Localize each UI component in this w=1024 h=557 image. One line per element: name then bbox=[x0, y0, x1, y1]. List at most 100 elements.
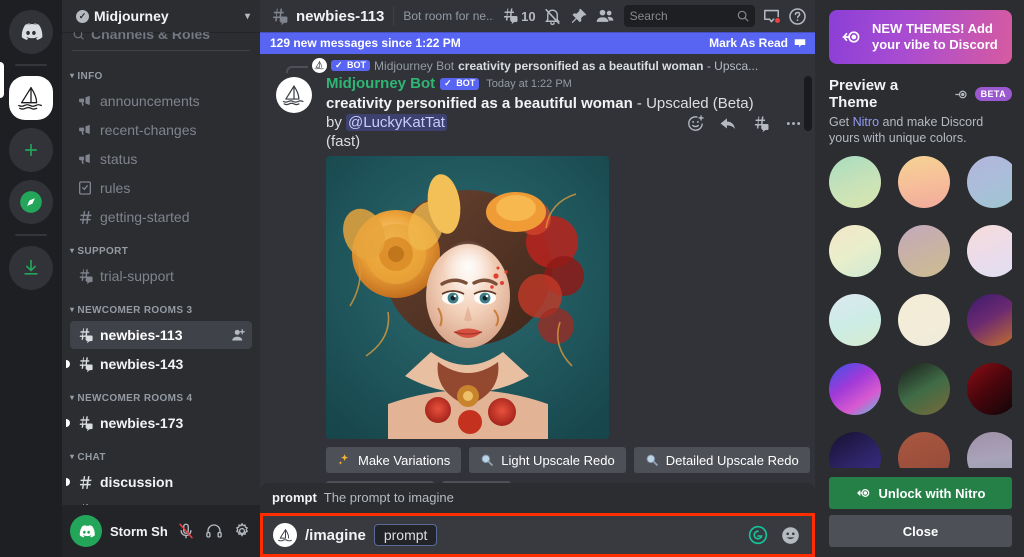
sidebar-item-prompt-chat[interactable]: prompt-chat bbox=[70, 497, 252, 505]
category-label: NEWCOMER ROOMS 4 bbox=[77, 393, 193, 404]
threads-icon bbox=[501, 7, 519, 25]
grammarly-icon[interactable] bbox=[746, 523, 770, 547]
message-list[interactable]: ✓ BOT Midjourney Bot creativity personif… bbox=[260, 54, 815, 483]
pin-icon[interactable] bbox=[569, 7, 588, 26]
search-input[interactable]: Search bbox=[623, 5, 756, 27]
gear-icon[interactable] bbox=[232, 521, 252, 541]
announcement-icon bbox=[76, 121, 94, 139]
message-attachment-image[interactable] bbox=[326, 156, 609, 439]
channel-topic[interactable]: Bot room for ne... bbox=[403, 9, 494, 23]
midjourney-boat-icon bbox=[281, 82, 307, 108]
theme-swatch-electric-violet[interactable] bbox=[829, 363, 881, 415]
make-variations-button[interactable]: Make Variations bbox=[326, 447, 462, 473]
nitro-wheel-icon bbox=[954, 87, 969, 102]
button-label: Detailed Upscale Redo bbox=[665, 452, 799, 468]
theme-swatch-silver-lavender[interactable] bbox=[967, 432, 1012, 468]
theme-swatch-pastel-cream[interactable] bbox=[829, 225, 881, 277]
nitro-link[interactable]: Nitro bbox=[853, 115, 879, 129]
message-author[interactable]: Midjourney Bot bbox=[326, 75, 435, 93]
message-input[interactable]: /imagine prompt bbox=[263, 516, 812, 554]
theme-swatch-vanilla[interactable] bbox=[898, 294, 950, 346]
user-mention[interactable]: @LuckyKatTat bbox=[346, 114, 447, 131]
theme-swatch-blush-lilac[interactable] bbox=[967, 225, 1012, 277]
theme-swatch-scroll[interactable] bbox=[829, 156, 1012, 468]
channel-list[interactable]: Channels & Roles ▾ INFO announcements re… bbox=[62, 32, 260, 505]
category-chat[interactable]: ▾ CHAT bbox=[62, 438, 260, 467]
theme-swatch-mint-green[interactable] bbox=[829, 156, 881, 208]
theme-swatch-ice-aqua[interactable] bbox=[829, 294, 881, 346]
category-newcomer-rooms-3[interactable]: ▾ NEWCOMER ROOMS 3 bbox=[62, 291, 260, 320]
members-icon[interactable] bbox=[595, 6, 615, 26]
rail-item-midjourney[interactable] bbox=[9, 76, 53, 120]
theme-swatch-midnight-indigo[interactable] bbox=[829, 432, 881, 468]
headphones-icon[interactable] bbox=[204, 521, 224, 541]
threads-button[interactable]: 10 bbox=[501, 7, 536, 25]
theme-swatch-peach-sunset[interactable] bbox=[898, 156, 950, 208]
category-info[interactable]: ▾ INFO bbox=[62, 57, 260, 86]
nitro-icon bbox=[856, 485, 872, 501]
rail-item-discord-home[interactable] bbox=[9, 10, 53, 54]
reply-author[interactable]: Midjourney Bot bbox=[374, 59, 454, 73]
discord-app-window: ✓ Midjourney ▾ Channels & Roles ▾ INFO a… bbox=[0, 0, 1024, 557]
close-button[interactable]: Close bbox=[829, 515, 1012, 547]
create-thread-icon[interactable] bbox=[752, 114, 770, 133]
inbox-icon[interactable] bbox=[762, 7, 782, 26]
more-options-icon[interactable] bbox=[784, 114, 803, 133]
chevron-down-icon: ▾ bbox=[244, 10, 250, 22]
reply-icon[interactable] bbox=[719, 114, 738, 133]
add-member-icon[interactable] bbox=[231, 328, 246, 343]
category-newcomer-rooms-4[interactable]: ▾ NEWCOMER ROOMS 4 bbox=[62, 379, 260, 408]
light-upscale-redo-button[interactable]: Light Upscale Redo bbox=[469, 447, 626, 473]
emoji-icon[interactable] bbox=[778, 523, 802, 547]
message-body: Midjourney Bot ✓ BOT Today at 1:22 PM cr… bbox=[326, 75, 810, 483]
sidebar-item-rules[interactable]: rules bbox=[70, 174, 252, 202]
mark-as-read-button[interactable]: Mark As Read bbox=[709, 36, 807, 50]
rail-item-explore[interactable] bbox=[9, 180, 53, 224]
mic-muted-icon[interactable] bbox=[176, 521, 196, 541]
search-icon bbox=[736, 9, 750, 23]
bell-muted-icon[interactable] bbox=[543, 7, 562, 26]
category-support[interactable]: ▾ SUPPORT bbox=[62, 232, 260, 261]
theme-swatch-periwinkle-sky[interactable] bbox=[967, 156, 1012, 208]
new-messages-bar[interactable]: 129 new messages since 1:22 PM Mark As R… bbox=[260, 32, 815, 54]
sidebar-item-announcements[interactable]: announcements bbox=[70, 87, 252, 115]
server-header[interactable]: ✓ Midjourney ▾ bbox=[62, 0, 260, 32]
sidebar-item-discussion[interactable]: discussion bbox=[66, 468, 252, 496]
channels-and-roles-item[interactable]: Channels & Roles bbox=[72, 32, 252, 42]
channel-label: rules bbox=[100, 180, 131, 196]
unread-indicator bbox=[66, 419, 70, 427]
avatar[interactable] bbox=[276, 77, 312, 113]
avatar[interactable] bbox=[70, 515, 102, 547]
midjourney-boat-icon bbox=[273, 523, 297, 547]
sidebar-item-getting-started[interactable]: getting-started bbox=[70, 203, 252, 231]
theme-swatch-dusty-mauve[interactable] bbox=[898, 225, 950, 277]
theme-swatch-terracotta[interactable] bbox=[898, 432, 950, 468]
theme-swatch-crimson-night[interactable] bbox=[967, 363, 1012, 415]
sidebar-item-newbies-143[interactable]: newbies-143 bbox=[66, 350, 252, 378]
message-header: Midjourney Bot ✓ BOT Today at 1:22 PM bbox=[326, 75, 767, 93]
rail-item-add-server[interactable] bbox=[9, 128, 53, 172]
sidebar-item-status[interactable]: status bbox=[70, 145, 252, 173]
user-name: Storm Sha... bbox=[110, 523, 168, 539]
sidebar-item-recent-changes[interactable]: recent-changes bbox=[70, 116, 252, 144]
channel-label: newbies-113 bbox=[100, 327, 183, 343]
channel-label: getting-started bbox=[100, 209, 190, 225]
component-buttons: Make Variations Light Upscale Redo Detai… bbox=[326, 447, 810, 483]
sidebar-item-newbies-113[interactable]: newbies-113 bbox=[70, 321, 252, 349]
theme-swatch-violet-ember[interactable] bbox=[967, 294, 1012, 346]
detailed-upscale-redo-button[interactable]: Detailed Upscale Redo bbox=[633, 447, 810, 473]
sidebar-item-trial-support[interactable]: trial-support bbox=[70, 262, 252, 290]
new-themes-promo-banner[interactable]: NEW THEMES! Add your vibe to Discord bbox=[829, 10, 1012, 64]
theme-swatch-forest-moss[interactable] bbox=[898, 363, 950, 415]
reply-context[interactable]: ✓ BOT Midjourney Bot creativity personif… bbox=[260, 54, 815, 73]
prompt-option-pill[interactable]: prompt bbox=[373, 524, 438, 546]
sidebar-item-newbies-173[interactable]: newbies-173 bbox=[66, 409, 252, 437]
channels-and-roles-label: Channels & Roles bbox=[91, 32, 211, 42]
add-reaction-icon[interactable] bbox=[686, 114, 705, 133]
rail-item-download[interactable] bbox=[9, 246, 53, 290]
forum-icon bbox=[76, 414, 94, 432]
help-icon[interactable] bbox=[788, 7, 807, 26]
hash-icon bbox=[76, 473, 94, 491]
user-panel: Storm Sha... bbox=[62, 505, 260, 557]
unlock-with-nitro-button[interactable]: Unlock with Nitro bbox=[829, 477, 1012, 509]
